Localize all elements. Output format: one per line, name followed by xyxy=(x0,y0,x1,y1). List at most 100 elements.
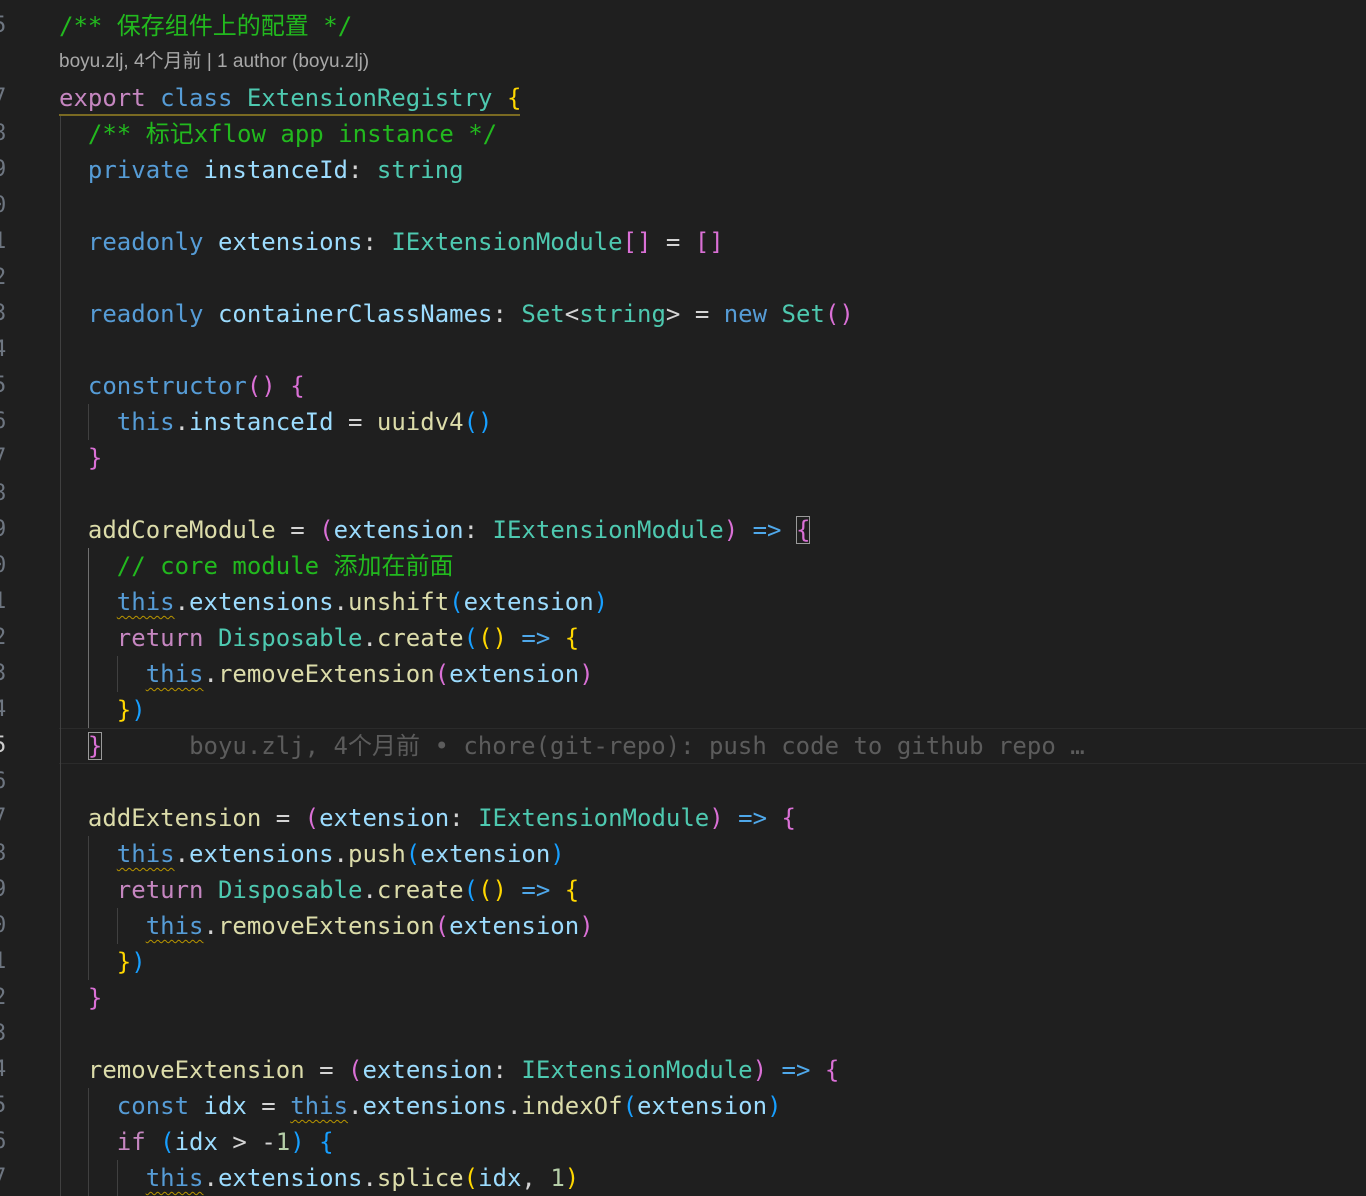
code-line[interactable]: this.removeExtension(extension) xyxy=(59,908,594,944)
function-call: removeExtension xyxy=(217,660,435,688)
line-number: 4 xyxy=(0,332,7,368)
keyword: this xyxy=(116,408,175,436)
code-line[interactable]: constructor() { xyxy=(59,368,305,404)
number: 1 xyxy=(275,1128,291,1156)
type: IExtensionModule xyxy=(521,1056,753,1084)
keyword: return xyxy=(116,624,204,652)
type: IExtensionModule xyxy=(492,516,724,544)
keyword-warning: this xyxy=(290,1092,349,1120)
code-line[interactable]: this.instanceId = uuidv4() xyxy=(59,404,493,440)
identifier: extension xyxy=(333,516,464,544)
identifier: extensions xyxy=(362,1092,507,1120)
code-line[interactable]: } xyxy=(59,440,102,476)
code-line[interactable]: addCoreModule = (extension: IExtensionMo… xyxy=(59,512,811,548)
identifier: extension xyxy=(637,1092,768,1120)
line-number: 7 xyxy=(0,1160,7,1196)
line-number: 7 xyxy=(0,800,7,836)
code-line[interactable]: this.removeExtension(extension) xyxy=(59,656,594,692)
identifier: extension xyxy=(449,660,580,688)
identifier: extension xyxy=(449,912,580,940)
code-comment: /** 保存组件上的配置 */ xyxy=(59,12,353,40)
code-line[interactable]: readonly containerClassNames: Set<string… xyxy=(59,296,854,332)
line-number: 4 xyxy=(0,1052,7,1088)
code-line-active[interactable]: } boyu.zlj, 4个月前 • chore(git-repo): push… xyxy=(59,728,1085,764)
identifier: extensions xyxy=(217,1164,363,1192)
class-name: Disposable xyxy=(217,876,363,904)
code-line[interactable]: // core module 添加在前面 xyxy=(59,548,454,584)
code-line[interactable]: }) xyxy=(59,692,146,728)
identifier: removeExtension xyxy=(87,1056,305,1084)
inline-git-blame[interactable]: boyu.zlj, 4个月前 • chore(git-repo): push c… xyxy=(189,732,1085,760)
class-name: ExtensionRegistry xyxy=(246,84,493,112)
keyword-warning: this xyxy=(116,840,175,868)
code-line[interactable]: this.extensions.unshift(extension) xyxy=(59,584,608,620)
line-number: 5 xyxy=(0,8,7,44)
keyword: readonly xyxy=(87,228,204,256)
code-line[interactable]: const idx = this.extensions.indexOf(exte… xyxy=(59,1088,782,1124)
line-number: 1 xyxy=(0,944,7,980)
code-line[interactable]: } xyxy=(59,980,102,1016)
line-number: 0 xyxy=(0,548,7,584)
line-number: 6 xyxy=(0,404,7,440)
line-number: 8 xyxy=(0,836,7,872)
identifier: extension xyxy=(362,1056,493,1084)
code-comment: /** 标记xflow app instance */ xyxy=(87,120,498,148)
code-line[interactable]: readonly extensions: IExtensionModule[] … xyxy=(59,224,724,260)
function-call: splice xyxy=(376,1164,464,1192)
type: string xyxy=(376,156,464,184)
keyword-warning: this xyxy=(145,912,204,940)
line-number-active: 5 xyxy=(0,728,7,764)
code-line[interactable]: removeExtension = (extension: IExtension… xyxy=(59,1052,839,1088)
line-number: 8 xyxy=(0,476,7,512)
type: IExtensionModule xyxy=(391,228,623,256)
keyword-warning: this xyxy=(116,588,175,616)
line-number: 3 xyxy=(0,1016,7,1052)
line-number: 2 xyxy=(0,980,7,1016)
code-line[interactable]: /** 标记xflow app instance */ xyxy=(59,116,497,152)
code-line[interactable]: return Disposable.create(() => { xyxy=(59,872,579,908)
line-number: 7 xyxy=(0,80,7,116)
code-line[interactable]: addExtension = (extension: IExtensionMod… xyxy=(59,800,796,836)
code-line[interactable]: private instanceId: string xyxy=(59,152,464,188)
keyword: if xyxy=(116,1128,146,1156)
identifier: extensions xyxy=(189,840,334,868)
code-line[interactable]: }) xyxy=(59,944,146,980)
codelens-authors[interactable]: boyu.zlj, 4个月前 | 1 author (boyu.zlj) xyxy=(59,44,369,80)
identifier: addCoreModule xyxy=(87,516,276,544)
identifier: extension xyxy=(420,840,551,868)
line-number: 0 xyxy=(0,908,7,944)
identifier: extensions xyxy=(189,588,334,616)
identifier: idx xyxy=(203,1092,247,1120)
line-number: 0 xyxy=(0,188,7,224)
line-number-gutter: 5 7 8 9 0 1 2 3 4 5 6 7 8 9 0 1 2 3 4 5 … xyxy=(0,0,10,1196)
keyword: const xyxy=(116,1092,190,1120)
keyword: readonly xyxy=(87,300,204,328)
code-comment: // core module 添加在前面 xyxy=(116,552,454,580)
line-number: 9 xyxy=(0,872,7,908)
identifier: extension xyxy=(463,588,594,616)
line-number: 5 xyxy=(0,1088,7,1124)
matched-bracket: { xyxy=(795,516,811,544)
class-name: Disposable xyxy=(217,624,363,652)
identifier: containerClassNames xyxy=(217,300,493,328)
line-number: 5 xyxy=(0,368,7,404)
code-line[interactable]: export class ExtensionRegistry { xyxy=(59,80,521,116)
code-line[interactable]: return Disposable.create(() => { xyxy=(59,620,579,656)
line-number: 1 xyxy=(0,584,7,620)
identifier: instanceId xyxy=(189,408,334,436)
keyword: new xyxy=(723,300,768,328)
line-number: 2 xyxy=(0,620,7,656)
keyword-warning: this xyxy=(145,1164,204,1192)
keyword: export xyxy=(59,84,146,112)
code-line[interactable]: this.extensions.splice(idx, 1) xyxy=(59,1160,580,1196)
type: Set xyxy=(781,300,825,328)
code-editor[interactable]: 5 7 8 9 0 1 2 3 4 5 6 7 8 9 0 1 2 3 4 5 … xyxy=(0,0,1366,1196)
code-line[interactable]: /** 保存组件上的配置 */ xyxy=(59,8,352,44)
code-line[interactable]: this.extensions.push(extension) xyxy=(59,836,565,872)
keyword: return xyxy=(116,876,204,904)
function-call: uuidv4 xyxy=(376,408,464,436)
number: 1 xyxy=(550,1164,565,1192)
identifier: extension xyxy=(319,804,450,832)
identifier: idx xyxy=(478,1164,522,1192)
code-line[interactable]: if (idx > -1) { xyxy=(59,1124,334,1160)
